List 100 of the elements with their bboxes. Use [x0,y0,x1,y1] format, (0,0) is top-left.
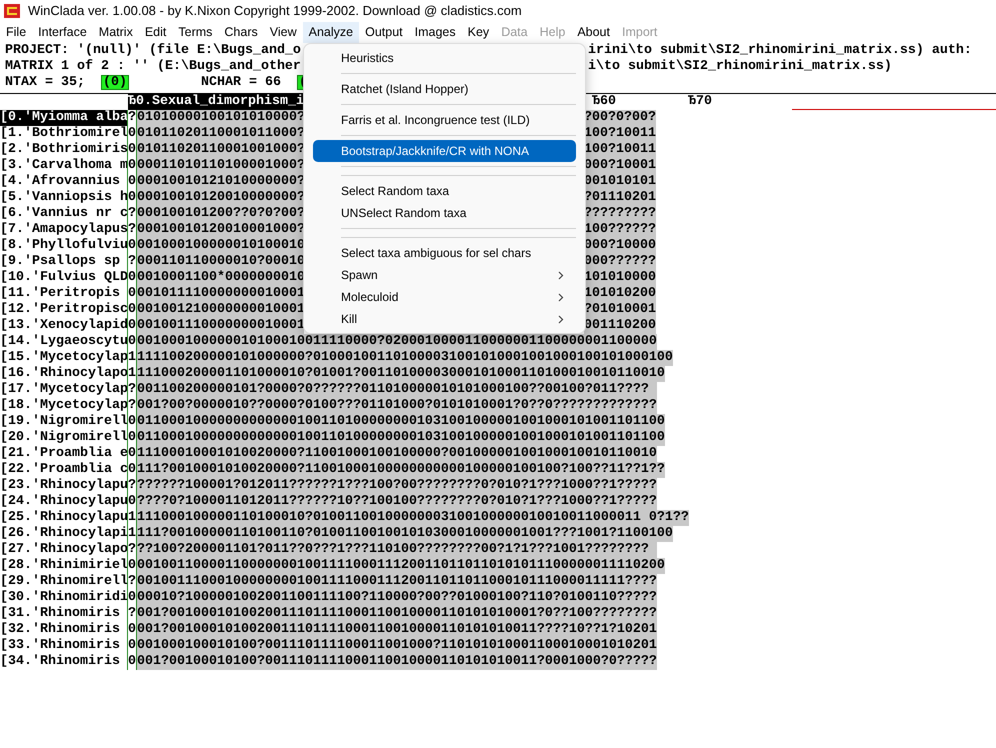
matrix-cell[interactable]: 0 [127,414,137,430]
taxon-name[interactable]: [21.'Proamblia e [0,446,127,462]
menu-item[interactable]: Kill [313,308,576,330]
matrix-cell[interactable]: 0 [127,558,137,574]
menu-item[interactable]: Bootstrap/Jackknife/CR with NONA [313,140,576,162]
taxon-name[interactable]: [4.'Afrovannius [0,174,127,190]
menu-item[interactable]: Farris et al. Incongruence test (ILD) [313,109,576,131]
matrix-cell[interactable]: ? [127,542,137,558]
matrix-cell[interactable]: 0 [127,430,137,446]
character-header[interactable]: Ђ0.Sexual_dimorphism_i [128,94,304,110]
taxon-name[interactable]: [25.'Rhinocylapu [0,510,127,526]
matrix-cell[interactable]: ? [127,606,137,622]
matrix-cell[interactable]: ? [127,254,137,270]
matrix-cell[interactable]: 0 [127,190,137,206]
taxon-name[interactable]: [29.'Rhinomirell [0,574,127,590]
character-states: 00010010121010000000? [137,174,304,190]
menu-item[interactable]: Spawn [313,264,576,286]
matrix-cell[interactable]: 0 [127,286,137,302]
taxon-name[interactable]: [13.'Xenocylapid [0,318,127,334]
menu-item[interactable]: Ratchet (Island Hopper) [313,78,576,100]
taxon-name[interactable]: [11.'Peritropis [0,286,127,302]
taxon-name[interactable]: [15.'Mycetocylap [0,350,127,366]
matrix-cell[interactable]: 0 [127,590,137,606]
matrix-cell[interactable]: ? [127,206,137,222]
taxon-name[interactable]: [34.'Rhinomiris [0,654,127,670]
taxon-name[interactable]: [28.'Rhinimiriel [0,558,127,574]
matrix-cell[interactable]: 0 [127,270,137,286]
matrix-cell[interactable]: 1 [127,526,137,542]
matrix-cell[interactable]: 1 [127,510,137,526]
matrix-cell[interactable]: 0 [127,158,137,174]
matrix-cell[interactable]: 0 [127,238,137,254]
taxon-name[interactable]: [14.'Lygaeoscytu [0,334,127,350]
taxon-name[interactable]: [23.'Rhinocylapu [0,478,127,494]
character-states: 00010010120010001000? [137,222,304,238]
taxon-name[interactable]: [2.'Bothriomiris [0,142,127,158]
taxon-name[interactable]: [0.'Myiomma alba [0,110,127,126]
matrix-cell[interactable]: ? [127,222,137,238]
matrix-cell[interactable]: 0 [127,494,137,510]
taxon-name[interactable]: [1.'Bothriomirel [0,126,127,142]
menu-item[interactable]: Edit [138,22,172,43]
menu-item[interactable]: Matrix [92,22,139,43]
matrix-cell[interactable]: 0 [127,622,137,638]
character-states: 01011020110001011000? [137,126,304,142]
matrix-cell[interactable]: 0 [127,126,137,142]
taxon-name[interactable]: [18.'Mycetocylap [0,398,127,414]
menu-item[interactable]: UNSelect Random taxa [313,202,576,224]
menu-item[interactable]: Chars [218,22,264,43]
character-states: 011000100000000000001001101000000001031001000001001000101001101100 [137,414,665,430]
menu-item[interactable]: Terms [172,22,218,43]
matrix-cell[interactable]: 0 [127,462,137,478]
menu-item[interactable]: Output [359,22,409,43]
menu-item[interactable]: File [0,22,32,43]
taxon-name[interactable]: [5.'Vanniopsis h [0,190,127,206]
taxon-name[interactable]: [12.'Peritropisc [0,302,127,318]
menu-item[interactable]: View [264,22,303,43]
character-states: 001000100000010100010011110000?0200010000110000001100000001100000 [137,334,657,350]
menu-item[interactable]: Analyze [302,22,360,43]
matrix-cell[interactable]: ? [127,398,137,414]
taxon-name[interactable]: [24.'Rhinocylapu [0,494,127,510]
matrix-cell[interactable]: 0 [127,334,137,350]
taxon-name[interactable]: [9.'Psallops sp [0,254,127,270]
taxon-name[interactable]: [16.'Rhinocylapo [0,366,127,382]
menu-item[interactable]: About [571,22,616,43]
menu-item[interactable]: Select Random taxa [313,180,576,202]
matrix-cell[interactable]: 0 [127,302,137,318]
character-states: 00010?1000001002001100111100?110000?00??01000100?110?0100110????? [137,590,657,606]
menu-item[interactable]: Interface [32,22,93,43]
matrix-cell[interactable]: 0 [127,638,137,654]
menu-item[interactable]: Moleculoid [313,286,576,308]
taxon-name[interactable]: [30.'Rhinomiridi [0,590,127,606]
taxon-name[interactable]: [10.'Fulvius QLD [0,270,127,286]
matrix-cell[interactable]: 0 [127,446,137,462]
taxon-name[interactable]: [19.'Nigromirell [0,414,127,430]
taxon-name[interactable]: [32.'Rhinomiris [0,622,127,638]
matrix-cell[interactable]: 1 [127,350,137,366]
taxon-name[interactable]: [7.'Amapocylapus [0,222,127,238]
taxon-name[interactable]: [33.'Rhinomiris [0,638,127,654]
matrix-cell[interactable]: ? [127,478,137,494]
matrix-cell[interactable]: ? [127,110,137,126]
taxon-name[interactable]: [31.'Rhinomiris [0,606,127,622]
menu-item[interactable]: Key [462,22,496,43]
matrix-cell[interactable]: 0 [127,142,137,158]
matrix-cell[interactable]: ? [127,382,137,398]
taxon-name[interactable]: [8.'Phyllofulviu [0,238,127,254]
menu-item[interactable]: Images [408,22,462,43]
taxon-name[interactable]: [27.'Rhinocylapo [0,542,127,558]
character-states: 001?00?0000010??0000?0100???01101000?0101010001?0??0????????????? [137,398,657,414]
taxon-name[interactable]: [22.'Proamblia c [0,462,127,478]
taxon-name[interactable]: [26.'Rhinocylapi [0,526,127,542]
matrix-cell[interactable]: 0 [127,174,137,190]
taxon-name[interactable]: [6.'Vannius nr c [0,206,127,222]
menu-item[interactable]: Heuristics [313,47,576,69]
character-states: 001110200 [584,318,656,334]
taxon-name[interactable]: [20.'Nigromirell [0,430,127,446]
taxon-name[interactable]: [17.'Mycetocylap [0,382,127,398]
matrix-cell[interactable]: 0 [127,318,137,334]
matrix-cell[interactable]: 0 [127,654,137,670]
matrix-cell[interactable]: 1 [127,366,137,382]
matrix-cell[interactable]: ? [127,574,137,590]
menu-item[interactable]: Select taxa ambiguous for sel chars [313,242,576,264]
